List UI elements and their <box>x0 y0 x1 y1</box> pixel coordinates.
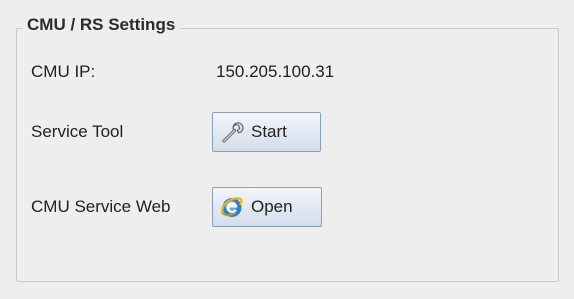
settings-panel: CMU / RS Settings CMU IP: 150.205.100.31… <box>0 0 574 299</box>
service-tool-label: Service Tool <box>31 122 124 141</box>
start-service-tool-button[interactable]: Start <box>212 112 321 152</box>
internet-explorer-icon <box>219 194 245 220</box>
cmu-ip-value: 150.205.100.31 <box>216 62 335 81</box>
open-service-web-button[interactable]: Open <box>212 187 322 227</box>
wrench-icon <box>219 119 245 145</box>
cmu-ip-label: CMU IP: <box>31 62 96 81</box>
service-web-label: CMU Service Web <box>31 197 171 216</box>
group-title: CMU / RS Settings <box>23 14 181 36</box>
start-button-label: Start <box>251 122 287 141</box>
open-button-label: Open <box>251 197 293 216</box>
